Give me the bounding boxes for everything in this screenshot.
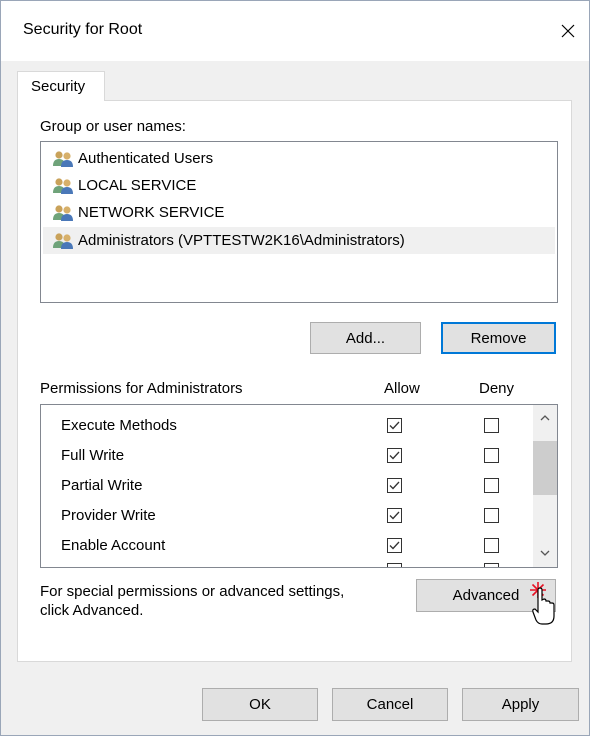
checkmark-icon [389,511,400,520]
permission-name: Provider Write [61,507,156,524]
permission-name: Enable Account [61,537,166,554]
remove-button[interactable]: Remove [441,322,556,354]
close-button[interactable] [551,15,585,47]
deny-checkbox[interactable] [484,448,499,463]
checkmark-icon [389,541,400,550]
permission-name: Partial Write [61,477,143,494]
permission-name: Full Write [61,447,125,464]
chevron-up-icon [540,415,550,421]
checkmark-icon [389,481,400,490]
deny-checkbox[interactable] [484,478,499,493]
add-button[interactable]: Add... [310,322,421,354]
user-name: NETWORK SERVICE [78,204,225,221]
deny-checkbox[interactable] [484,418,499,433]
chevron-down-icon [540,550,550,556]
permission-row-provider-write: Provider Write [41,501,531,531]
users-icon [53,150,73,167]
ok-button[interactable]: OK [202,688,318,721]
permission-name: Execute Methods [61,417,177,434]
tab-security[interactable]: Security [17,71,105,101]
close-icon [561,24,575,38]
user-name: Authenticated Users [78,150,214,167]
scroll-down-button[interactable] [533,543,557,563]
permission-row-partial-write: Partial Write [41,471,531,501]
advanced-info-line2: click Advanced. [40,602,144,619]
deny-checkbox[interactable] [484,538,499,553]
allow-checkbox[interactable] [387,448,402,463]
users-icon [53,204,73,221]
allow-header: Allow [384,380,420,397]
user-list[interactable]: Authenticated Users LOCAL SERVICE NETWOR… [40,141,558,303]
apply-button[interactable]: Apply [462,688,579,721]
deny-checkbox[interactable] [484,508,499,523]
permissions-list[interactable]: Execute Methods Full Write Partial Write… [40,404,558,568]
permissions-label: Permissions for Administrators [40,380,243,397]
deny-header: Deny [479,380,515,397]
permission-row-enable-account: Enable Account [41,531,531,561]
checkmark-icon [389,421,400,430]
click-marker-and-cursor [530,582,555,625]
allow-checkbox[interactable] [387,538,402,553]
list-item-administrators[interactable]: Administrators (VPTTESTW2K16\Administrat… [43,227,555,254]
advanced-info-line1: For special permissions or advanced sett… [40,583,345,600]
allow-checkbox[interactable] [387,418,402,433]
hand-cursor-icon [532,587,555,625]
allow-checkbox[interactable] [387,508,402,523]
list-item-authenticated-users[interactable]: Authenticated Users [43,145,555,172]
list-item-local-service[interactable]: LOCAL SERVICE [43,172,555,199]
scroll-thumb[interactable] [533,441,557,495]
title-bar: Security for Root [1,1,589,61]
cancel-button[interactable]: Cancel [332,688,448,721]
allow-checkbox[interactable] [387,563,402,567]
deny-checkbox[interactable] [484,563,499,567]
permission-row-full-write: Full Write [41,441,531,471]
user-name: Administrators (VPTTESTW2K16\Administrat… [78,232,405,249]
users-icon [53,232,73,249]
group-users-label: Group or user names: [40,118,186,135]
allow-checkbox[interactable] [387,478,402,493]
users-icon [53,177,73,194]
permission-row-partial [41,561,531,567]
tab-security-label: Security [31,78,86,95]
list-item-network-service[interactable]: NETWORK SERVICE [43,199,555,226]
user-name: LOCAL SERVICE [78,177,197,194]
checkmark-icon [389,451,400,460]
window-title: Security for Root [23,21,143,38]
permission-row-execute-methods: Execute Methods [41,411,531,441]
scroll-up-button[interactable] [533,408,557,428]
